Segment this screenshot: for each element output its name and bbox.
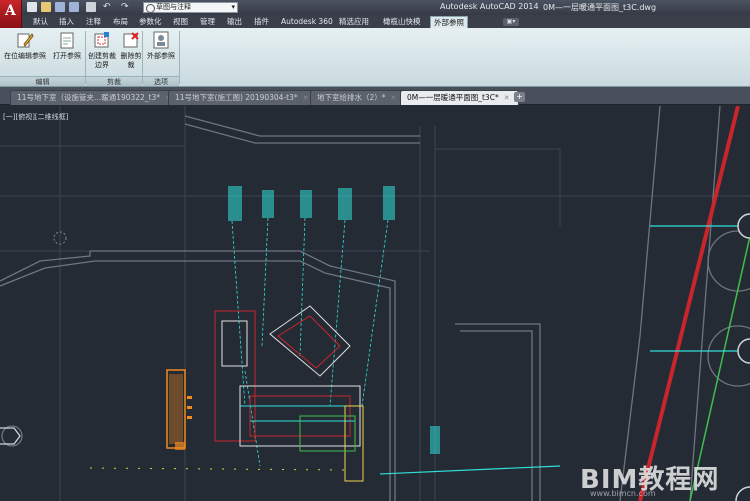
document-tab-label: 0M—一层暖通平面图_t3C* — [407, 93, 499, 102]
delete-clip-label: 删除剪裁 — [120, 52, 142, 69]
document-tab-bar: 11号地下室（设施管夹...暖通190322_t3*✕ 11号地下室(施工图) … — [0, 87, 750, 105]
tab-featured-apps[interactable]: 精选应用 — [336, 16, 372, 28]
tab-olive-mountain[interactable]: 橄榄山快模 — [380, 16, 424, 28]
edit-reference-icon — [16, 30, 34, 50]
tab-autodesk-360[interactable]: Autodesk 360 — [278, 16, 336, 28]
ribbon-options-button[interactable]: ▣▾ — [503, 18, 519, 26]
ribbon-tab-bar: 默认 插入 注释 布局 参数化 视图 管理 输出 插件 Autodesk 360… — [22, 15, 750, 28]
tab-view[interactable]: 视图 — [170, 16, 191, 28]
open-icon[interactable] — [41, 2, 51, 12]
tab-default[interactable]: 默认 — [30, 16, 51, 28]
drawing-canvas[interactable]: [一][俯视][二维线框] BIM教程网 www.bimcn.com — [0, 106, 750, 501]
application-title: Autodesk AutoCAD 2014 — [440, 2, 539, 11]
redo-icon[interactable]: ↷ — [121, 2, 131, 12]
external-reference-icon — [152, 30, 170, 50]
save-icon[interactable] — [55, 2, 65, 12]
tab-output[interactable]: 输出 — [224, 16, 245, 28]
open-reference-label: 打开参照 — [53, 52, 81, 60]
tab-annotate[interactable]: 注释 — [83, 16, 104, 28]
application-menu-button[interactable]: A — [0, 0, 22, 28]
document-tab-active[interactable]: 0M—一层暖通平面图_t3C* ✕ — [400, 90, 519, 105]
delete-clip-button[interactable]: 删除剪裁 — [119, 30, 143, 70]
drawing-geometry — [0, 106, 750, 501]
close-icon[interactable]: ✕ — [504, 94, 510, 102]
title-bar: A ↶ ↷ 草图与注释 Autodesk AutoCAD 2014 0M—一层暖… — [0, 0, 750, 28]
edit-reference-in-place-button[interactable]: 在位编辑参照 — [3, 30, 47, 61]
new-tab-button[interactable]: + — [514, 92, 525, 102]
group-label-options: 选项 — [143, 76, 179, 86]
group-label-clip: 剪裁 — [86, 76, 142, 86]
open-reference-icon — [58, 30, 76, 50]
autocad-logo-icon: A — [5, 3, 16, 19]
tab-manage[interactable]: 管理 — [197, 16, 218, 28]
open-reference-button[interactable]: 打开参照 — [50, 30, 84, 61]
clip-boundary-icon — [93, 30, 111, 50]
document-tab[interactable]: 11号地下室（设施管夹...暖通190322_t3*✕ — [10, 90, 180, 105]
group-label-edit: 编辑 — [0, 76, 85, 86]
document-tab[interactable]: 地下室给排水（2）* ✕ — [310, 90, 406, 105]
document-tab-label: 地下室给排水（2）* — [317, 93, 386, 102]
document-tab[interactable]: 11号地下室(施工图) 20190304-t3* ✕ — [168, 90, 318, 105]
tab-parametric[interactable]: 参数化 — [136, 16, 165, 28]
tab-insert[interactable]: 插入 — [56, 16, 77, 28]
external-reference-label: 外部参照 — [147, 52, 175, 60]
tab-layout[interactable]: 布局 — [110, 16, 131, 28]
viewport-controls[interactable]: [一][俯视][二维线框] — [3, 112, 68, 122]
close-icon[interactable]: ✕ — [303, 94, 309, 102]
external-reference-palette-button[interactable]: 外部参照 — [143, 30, 179, 61]
close-icon[interactable]: ✕ — [391, 94, 397, 102]
workspace-dropdown[interactable]: 草图与注释 — [143, 2, 238, 13]
new-icon[interactable] — [27, 2, 37, 12]
create-clip-label: 创建剪裁边界 — [88, 52, 116, 69]
tab-plugins[interactable]: 插件 — [251, 16, 272, 28]
save-as-icon[interactable] — [69, 2, 79, 12]
print-icon[interactable] — [86, 2, 96, 12]
file-title: 0M—一层暖通平面图_t3C.dwg — [543, 3, 657, 12]
ribbon-panel: 在位编辑参照 打开参照 编辑 创建剪裁边界 删除剪裁 剪裁 外部参照 选项 — [0, 28, 750, 87]
ribbon-divider — [179, 31, 180, 84]
create-clip-boundary-button[interactable]: 创建剪裁边界 — [86, 30, 118, 70]
edit-reference-label: 在位编辑参照 — [4, 52, 46, 60]
tab-external-reference[interactable]: 外部参照 — [430, 16, 468, 28]
document-tab-label: 11号地下室（设施管夹...暖通190322_t3* — [17, 93, 161, 102]
delete-clip-icon — [122, 30, 140, 50]
undo-icon[interactable]: ↶ — [103, 2, 113, 12]
watermark-url: www.bimcn.com — [590, 489, 656, 498]
document-tab-label: 11号地下室(施工图) 20190304-t3* — [175, 93, 298, 102]
